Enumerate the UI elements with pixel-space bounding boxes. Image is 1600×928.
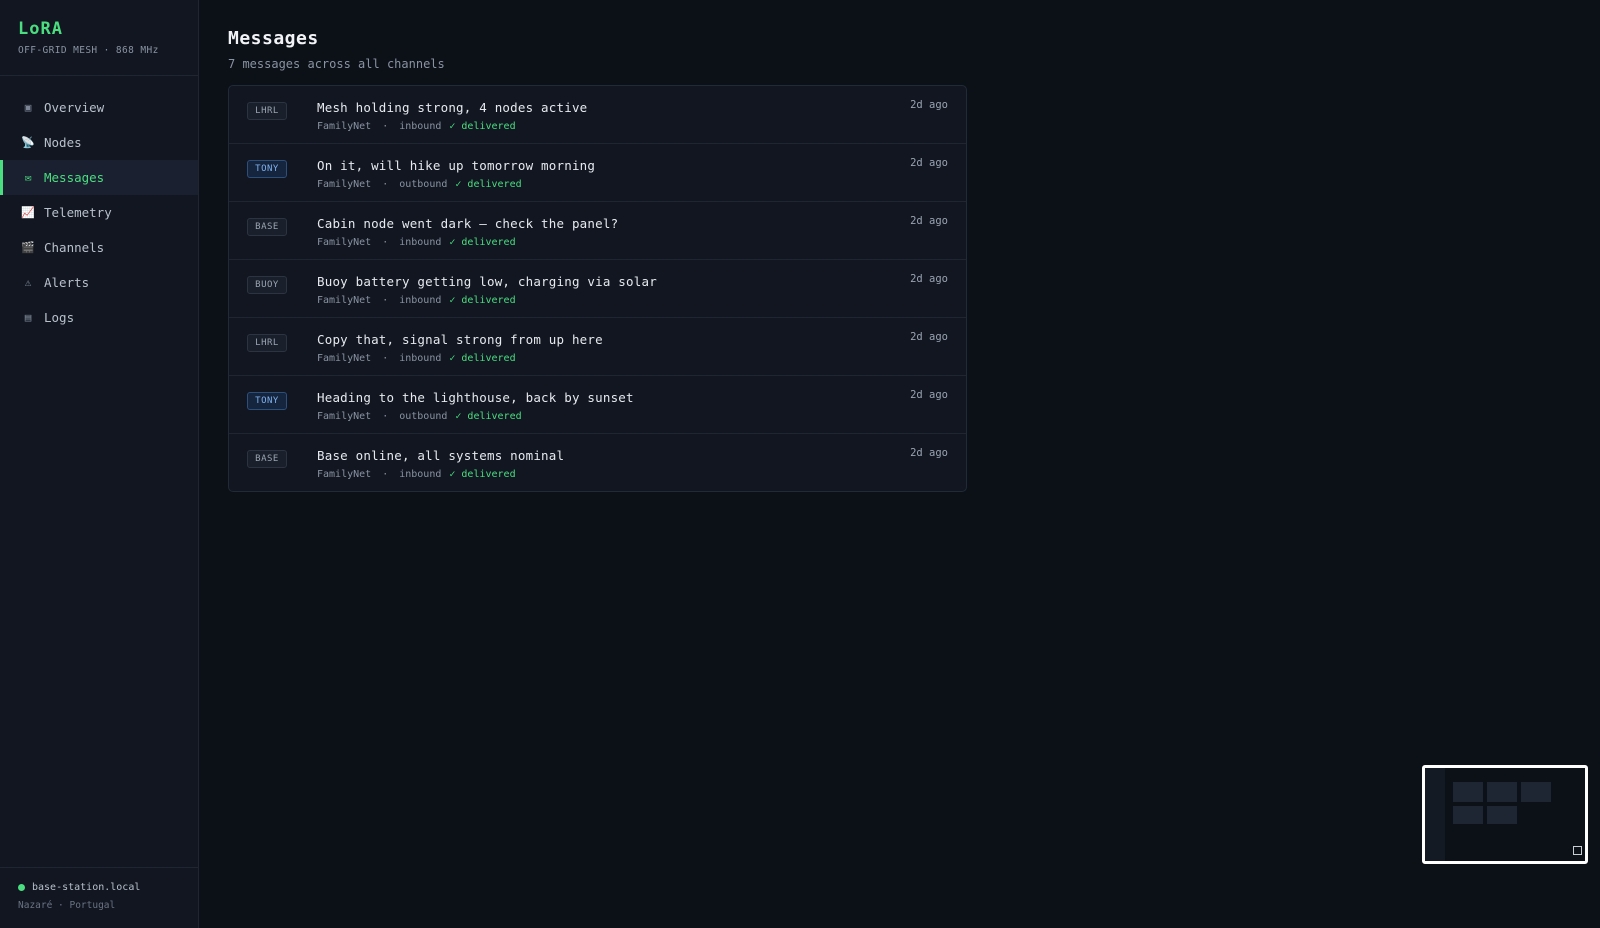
delivery-status: ✓ delivered [455, 411, 522, 422]
message-direction: outbound [399, 411, 448, 422]
message-text: Mesh holding strong, 4 nodes active [317, 100, 588, 115]
page-title: Messages [228, 28, 319, 49]
sender-badge: TONY [247, 160, 287, 178]
message-meta: FamilyNet · inbound ✓ delivered [317, 121, 516, 132]
message-row[interactable]: LHRL Mesh holding strong, 4 nodes active… [229, 86, 966, 144]
message-direction: inbound [399, 295, 442, 306]
log-icon: ▤ [24, 311, 32, 324]
message-row[interactable]: TONY On it, will hike up tomorrow mornin… [229, 144, 966, 202]
sidebar-item-label: Overview [44, 100, 105, 115]
message-meta: FamilyNet · inbound ✓ delivered [317, 295, 516, 306]
message-channel: FamilyNet [317, 411, 372, 422]
chart-icon: 📈 [21, 206, 35, 219]
clapperboard-icon: 🎬 [21, 241, 35, 254]
sidebar-item-label: Telemetry [44, 205, 112, 220]
message-time: 2d ago [910, 447, 948, 459]
satellite-dish-icon: 📡 [21, 136, 35, 149]
envelope-icon: ✉ [24, 171, 32, 184]
sidebar-item-label: Logs [44, 310, 75, 325]
message-time: 2d ago [910, 215, 948, 227]
message-direction: inbound [399, 237, 442, 248]
message-direction: inbound [399, 353, 442, 364]
delivery-status: ✓ delivered [449, 295, 516, 306]
message-text: Base online, all systems nominal [317, 448, 565, 463]
message-row[interactable]: TONY Heading to the lighthouse, back by … [229, 376, 966, 434]
sender-badge: BUOY [247, 276, 287, 294]
sender-badge: TONY [247, 392, 287, 410]
station-status: base-station.local [18, 882, 180, 893]
message-direction: inbound [399, 121, 442, 132]
message-meta: FamilyNet · inbound ✓ delivered [317, 237, 516, 248]
online-dot-icon [18, 884, 25, 891]
sidebar-item-alerts[interactable]: ⚠ Alerts [0, 265, 198, 300]
message-text: Cabin node went dark — check the panel? [317, 216, 619, 231]
message-meta: FamilyNet · inbound ✓ delivered [317, 469, 516, 480]
preview-card [1453, 806, 1483, 824]
app-title: LoRA [18, 19, 63, 39]
page-subtitle: 7 messages across all channels [228, 57, 445, 71]
message-meta: FamilyNet · outbound ✓ delivered [317, 179, 522, 190]
sender-badge: LHRL [247, 102, 287, 120]
resize-handle-icon[interactable] [1573, 846, 1582, 855]
message-text: Copy that, signal strong from up here [317, 332, 603, 347]
message-time: 2d ago [910, 157, 948, 169]
sidebar-item-nodes[interactable]: 📡 Nodes [0, 125, 198, 160]
sender-badge: LHRL [247, 334, 287, 352]
station-name: base-station.local [32, 882, 141, 893]
message-time: 2d ago [910, 99, 948, 111]
preview-sidebar [1425, 768, 1445, 861]
delivery-status: ✓ delivered [449, 121, 516, 132]
message-channel: FamilyNet [317, 295, 372, 306]
warning-icon: ⚠ [24, 276, 32, 289]
message-row[interactable]: BUOY Buoy battery getting low, charging … [229, 260, 966, 318]
sender-badge: BASE [247, 450, 287, 468]
sidebar-item-label: Alerts [44, 275, 90, 290]
preview-card [1487, 782, 1517, 802]
message-meta: FamilyNet · inbound ✓ delivered [317, 353, 516, 364]
message-time: 2d ago [910, 389, 948, 401]
message-time: 2d ago [910, 273, 948, 285]
preview-card [1453, 782, 1483, 802]
delivery-status: ✓ delivered [449, 237, 516, 248]
station-location: Nazaré · Portugal [18, 900, 116, 911]
sidebar-item-overview[interactable]: ▣ Overview [0, 90, 198, 125]
preview-card [1487, 806, 1517, 824]
sidebar-item-label: Channels [44, 240, 105, 255]
delivery-status: ✓ delivered [455, 179, 522, 190]
message-text: On it, will hike up tomorrow morning [317, 158, 596, 173]
message-row[interactable]: LHRL Copy that, signal strong from up he… [229, 318, 966, 376]
message-direction: inbound [399, 469, 442, 480]
message-list: LHRL Mesh holding strong, 4 nodes active… [228, 85, 967, 492]
message-channel: FamilyNet [317, 353, 372, 364]
sidebar-footer: base-station.local Nazaré · Portugal [0, 867, 198, 928]
message-row[interactable]: BASE Cabin node went dark — check the pa… [229, 202, 966, 260]
sidebar-item-telemetry[interactable]: 📈 Telemetry [0, 195, 198, 230]
grid-icon: ▣ [24, 101, 32, 114]
brand: LoRA OFF-GRID MESH · 868 MHz [0, 0, 198, 76]
message-channel: FamilyNet [317, 179, 372, 190]
sidebar-item-label: Messages [44, 170, 105, 185]
app-subtitle: OFF-GRID MESH · 868 MHz [18, 45, 159, 56]
message-direction: outbound [399, 179, 448, 190]
message-text: Buoy battery getting low, charging via s… [317, 274, 657, 289]
message-meta: FamilyNet · outbound ✓ delivered [317, 411, 522, 422]
delivery-status: ✓ delivered [449, 469, 516, 480]
sender-badge: BASE [247, 218, 287, 236]
message-row[interactable]: BASE Base online, all systems nominal Fa… [229, 434, 966, 491]
message-channel: FamilyNet [317, 121, 372, 132]
message-channel: FamilyNet [317, 237, 372, 248]
message-time: 2d ago [910, 331, 948, 343]
sidebar-item-channels[interactable]: 🎬 Channels [0, 230, 198, 265]
message-text: Heading to the lighthouse, back by sunse… [317, 390, 634, 405]
preview-card [1521, 782, 1551, 802]
sidebar: LoRA OFF-GRID MESH · 868 MHz ▣ Overview … [0, 0, 199, 928]
sidebar-item-logs[interactable]: ▤ Logs [0, 300, 198, 335]
message-channel: FamilyNet [317, 469, 372, 480]
sidebar-item-messages[interactable]: ✉ Messages [0, 160, 198, 195]
delivery-status: ✓ delivered [449, 353, 516, 364]
main-content: Messages 7 messages across all channels … [228, 28, 967, 492]
sidebar-item-label: Nodes [44, 135, 82, 150]
screen-preview-thumbnail[interactable] [1422, 765, 1588, 864]
sidebar-nav: ▣ Overview 📡 Nodes ✉ Messages 📈 Telemetr… [0, 76, 198, 335]
